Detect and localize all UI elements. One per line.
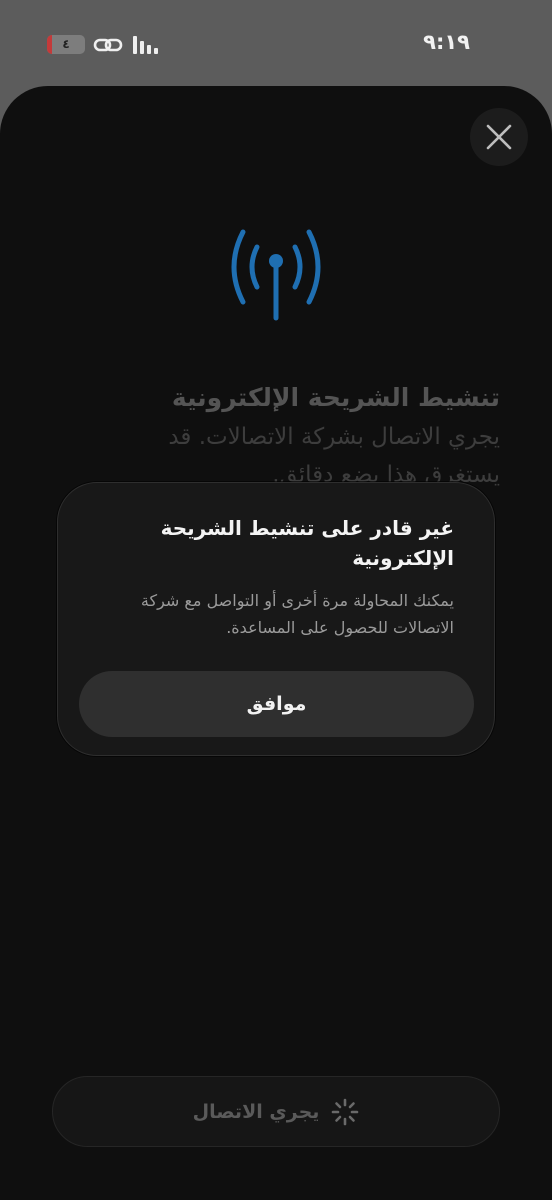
close-button[interactable] bbox=[470, 108, 528, 166]
close-icon bbox=[486, 124, 512, 150]
battery-low-indicator bbox=[47, 35, 52, 54]
sheet-title: تنشيط الشريحة الإلكترونية bbox=[171, 383, 500, 412]
screen: ٤ ٩:١٩ تنشيط الشريحة الإلكترونية يجري ال… bbox=[0, 0, 552, 1200]
signal-icon bbox=[133, 36, 158, 54]
activation-error-dialog: غير قادر على تنشيط الشريحة الإلكترونية ي… bbox=[57, 482, 495, 756]
battery-level: ٤ bbox=[62, 37, 70, 51]
ok-button[interactable]: موافق bbox=[79, 671, 474, 737]
sheet-content: تنشيط الشريحة الإلكترونية يجري الاتصال ب… bbox=[100, 378, 500, 494]
connecting-label: يجري الاتصال bbox=[192, 1100, 320, 1123]
connecting-button[interactable]: يجري الاتصال bbox=[52, 1076, 500, 1147]
status-time: ٩:١٩ bbox=[423, 30, 470, 54]
link-icon bbox=[93, 38, 123, 52]
battery-icon: ٤ bbox=[47, 35, 85, 54]
antenna-icon bbox=[231, 229, 321, 321]
status-bar: ٤ ٩:١٩ bbox=[0, 0, 552, 86]
spinner-icon bbox=[332, 1098, 359, 1125]
dialog-message: يمكنك المحاولة مرة أخرى أو التواصل مع شر… bbox=[140, 591, 454, 637]
ok-button-label: موافق bbox=[246, 693, 307, 715]
dialog-title: غير قادر على تنشيط الشريحة الإلكترونية bbox=[160, 516, 454, 570]
